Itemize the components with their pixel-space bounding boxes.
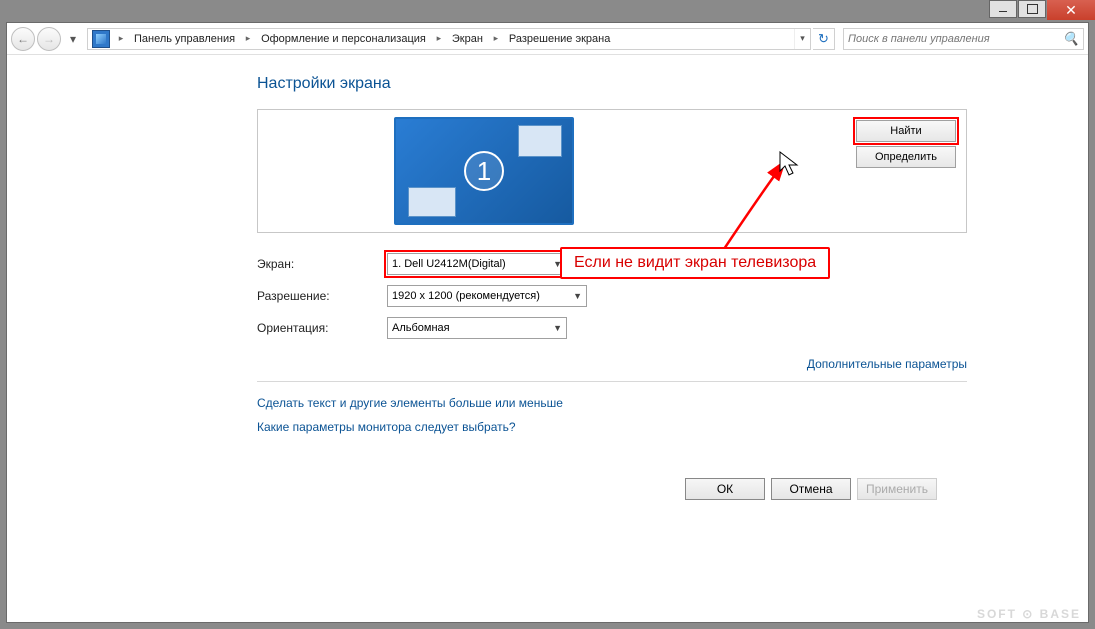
preview-window-icon <box>518 125 562 157</box>
breadcrumb[interactable]: Панель управления Оформление и персонали… <box>87 28 811 50</box>
up-button[interactable]: ▾ <box>63 29 83 49</box>
search-icon[interactable]: 🔍 <box>1063 31 1079 47</box>
advanced-settings-link[interactable]: Дополнительные параметры <box>807 357 967 371</box>
display-preview-box: 1 Найти Определить <box>257 109 967 233</box>
display-select[interactable]: 1. Dell U2412M(Digital) ▼ <box>387 253 567 275</box>
titlebar: ✕ <box>0 0 1095 22</box>
orientation-select[interactable]: Альбомная ▼ <box>387 317 567 339</box>
ok-button[interactable]: ОК <box>685 478 765 500</box>
orientation-label: Ориентация: <box>257 321 387 335</box>
window-body: ← → ▾ Панель управления Оформление и пер… <box>6 22 1089 623</box>
crumb-control-panel[interactable]: Панель управления <box>128 29 241 49</box>
orientation-value: Альбомная <box>392 322 450 334</box>
page-title: Настройки экрана <box>257 75 967 93</box>
chevron-right-icon[interactable] <box>432 33 446 44</box>
maximize-button[interactable] <box>1018 0 1046 18</box>
refresh-button[interactable]: ↻ <box>813 28 835 50</box>
cancel-button[interactable]: Отмена <box>771 478 851 500</box>
identify-button[interactable]: Определить <box>856 146 956 168</box>
minimize-button[interactable] <box>989 0 1017 18</box>
detect-button[interactable]: Найти <box>856 120 956 142</box>
which-monitor-link[interactable]: Какие параметры монитора следует выбрать… <box>257 420 967 434</box>
crumb-resolution[interactable]: Разрешение экрана <box>503 29 616 49</box>
display-label: Экран: <box>257 257 387 271</box>
navbar: ← → ▾ Панель управления Оформление и пер… <box>7 23 1088 55</box>
chevron-right-icon[interactable] <box>489 33 503 44</box>
crumb-appearance[interactable]: Оформление и персонализация <box>255 29 432 49</box>
text-size-link[interactable]: Сделать текст и другие элементы больше и… <box>257 396 967 410</box>
control-panel-icon <box>92 30 110 48</box>
chevron-right-icon[interactable] <box>114 33 128 44</box>
apply-button: Применить <box>857 478 937 500</box>
back-button[interactable]: ← <box>11 27 35 51</box>
content-area: Настройки экрана 1 Найти Определить Экра… <box>7 55 1088 622</box>
breadcrumb-dropdown[interactable]: ▾ <box>794 29 810 49</box>
annotation-callout: Если не видит экран телевизора <box>560 247 830 279</box>
search-box[interactable]: 🔍 <box>843 28 1084 50</box>
crumb-display[interactable]: Экран <box>446 29 489 49</box>
monitor-number-badge: 1 <box>464 151 504 191</box>
display-value: 1. Dell U2412M(Digital) <box>392 258 506 270</box>
forward-button[interactable]: → <box>37 27 61 51</box>
search-input[interactable] <box>848 33 1059 45</box>
resolution-label: Разрешение: <box>257 289 387 303</box>
preview-taskbar-icon <box>408 187 456 217</box>
monitor-preview[interactable]: 1 <box>394 117 574 225</box>
window-frame: ✕ ← → ▾ Панель управления Оформление и п… <box>0 0 1095 629</box>
divider <box>257 381 967 382</box>
dialog-button-row: ОК Отмена Применить <box>257 478 967 500</box>
resolution-value: 1920 x 1200 (рекомендуется) <box>392 290 540 302</box>
chevron-down-icon: ▼ <box>573 291 582 301</box>
chevron-down-icon: ▼ <box>553 323 562 333</box>
resolution-select[interactable]: 1920 x 1200 (рекомендуется) ▼ <box>387 285 587 307</box>
close-button[interactable]: ✕ <box>1047 0 1095 20</box>
chevron-right-icon[interactable] <box>241 33 255 44</box>
